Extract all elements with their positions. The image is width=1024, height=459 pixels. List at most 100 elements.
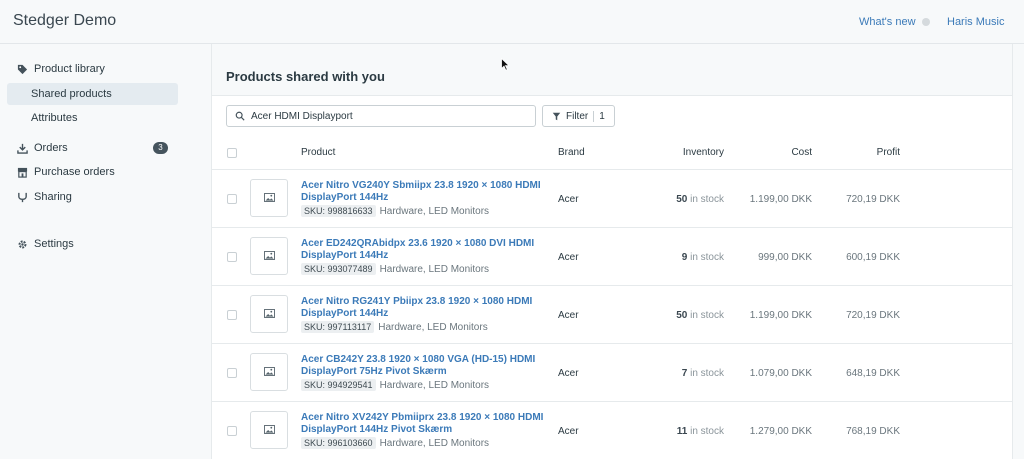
- filter-separator: [593, 110, 595, 122]
- product-cost: 1.199,00 DKK: [749, 310, 812, 321]
- user-menu[interactable]: Haris Music: [947, 16, 1004, 28]
- separator-dot: [922, 18, 930, 26]
- product-thumbnail[interactable]: [250, 179, 288, 217]
- product-thumbnail[interactable]: [250, 353, 288, 391]
- product-thumbnail[interactable]: [250, 295, 288, 333]
- search-box[interactable]: [226, 105, 536, 127]
- product-thumbnail[interactable]: [250, 411, 288, 449]
- product-name-link[interactable]: Acer Nitro VG240Y Sbmiipx 23.8 1920 × 10…: [301, 180, 556, 204]
- product-profit: 720,19 DKK: [846, 194, 900, 205]
- product-meta: SKU: 997113117 Hardware, LED Monitors: [301, 321, 488, 333]
- inventory-unit: in stock: [687, 426, 724, 437]
- sidebar-item-label: Shared products: [31, 88, 112, 100]
- row-checkbox[interactable]: [227, 426, 237, 436]
- orders-count-badge: 3: [153, 142, 168, 154]
- product-profit: 720,19 DKK: [846, 310, 900, 321]
- product-inventory: 11 in stock: [677, 426, 724, 437]
- product-profit: 648,19 DKK: [846, 368, 900, 379]
- image-placeholder-icon: [263, 305, 275, 323]
- tag-icon: [16, 63, 28, 75]
- table-row[interactable]: Acer Nitro VG240Y Sbmiipx 23.8 1920 × 10…: [212, 170, 1012, 228]
- sidebar-item-label: Settings: [34, 238, 74, 250]
- share-icon: [16, 191, 28, 203]
- inventory-count: 50: [676, 310, 688, 321]
- product-cost: 1.199,00 DKK: [749, 194, 812, 205]
- table-row[interactable]: Acer CB242Y 23.8 1920 × 1080 VGA (HD-15)…: [212, 344, 1012, 402]
- row-checkbox[interactable]: [227, 368, 237, 378]
- select-all-checkbox[interactable]: [227, 148, 237, 158]
- sidebar-item-settings[interactable]: Settings: [7, 233, 178, 255]
- column-header-product[interactable]: Product: [301, 147, 335, 158]
- inventory-unit: in stock: [687, 252, 724, 263]
- sidebar-item-attributes[interactable]: Attributes: [7, 107, 178, 129]
- sidebar-item-sharing[interactable]: Sharing: [7, 186, 178, 208]
- inventory-count: 50: [676, 194, 688, 205]
- product-name-link[interactable]: Acer Nitro RG241Y Pbiipx 23.8 1920 × 108…: [301, 296, 556, 320]
- inventory-unit: in stock: [687, 194, 724, 205]
- filter-label: Filter: [566, 110, 589, 122]
- product-meta: SKU: 996103660 Hardware, LED Monitors: [301, 437, 489, 449]
- product-brand: Acer: [558, 252, 579, 263]
- row-checkbox[interactable]: [227, 194, 237, 204]
- product-cost: 1.279,00 DKK: [749, 426, 812, 437]
- column-header-brand[interactable]: Brand: [558, 147, 585, 158]
- product-brand: Acer: [558, 368, 579, 379]
- sidebar-item-label: Purchase orders: [34, 166, 115, 178]
- sku-badge: SKU: 996103660: [301, 437, 376, 449]
- sku-badge: SKU: 993077489: [301, 263, 376, 275]
- search-input[interactable]: [251, 110, 521, 122]
- product-brand: Acer: [558, 194, 579, 205]
- sidebar-item-label: Product library: [34, 63, 105, 75]
- product-brand: Acer: [558, 426, 579, 437]
- sku-badge: SKU: 998816633: [301, 205, 376, 217]
- row-checkbox[interactable]: [227, 310, 237, 320]
- app-title: Stedger Demo: [13, 12, 117, 29]
- filter-count: 1: [599, 110, 605, 122]
- main-panel: Products shared with you Filter 1 Produc…: [211, 44, 1013, 459]
- inventory-unit: in stock: [687, 310, 724, 321]
- image-placeholder-icon: [263, 189, 275, 207]
- image-placeholder-icon: [263, 421, 275, 439]
- top-bar: Stedger Demo What's new Haris Music: [0, 0, 1024, 44]
- product-profit: 768,19 DKK: [846, 426, 900, 437]
- product-thumbnail[interactable]: [250, 237, 288, 275]
- store-icon: [16, 166, 28, 178]
- product-brand: Acer: [558, 310, 579, 321]
- product-name-link[interactable]: Acer CB242Y 23.8 1920 × 1080 VGA (HD-15)…: [301, 354, 556, 378]
- column-header-inventory[interactable]: Inventory: [683, 147, 724, 158]
- sku-badge: SKU: 994929541: [301, 379, 376, 391]
- product-inventory: 7 in stock: [682, 368, 724, 379]
- sidebar-item-orders[interactable]: Orders 3: [7, 137, 178, 159]
- gear-icon: [16, 238, 28, 250]
- inventory-unit: in stock: [687, 368, 724, 379]
- column-header-cost[interactable]: Cost: [791, 147, 812, 158]
- product-meta: SKU: 993077489 Hardware, LED Monitors: [301, 263, 489, 275]
- product-inventory: 9 in stock: [682, 252, 724, 263]
- sidebar-item-label: Orders: [34, 142, 68, 154]
- sidebar-item-purchase-orders[interactable]: Purchase orders: [7, 161, 178, 183]
- product-name-link[interactable]: Acer ED242QRAbidpx 23.6 1920 × 1080 DVI …: [301, 238, 556, 262]
- filter-button[interactable]: Filter 1: [542, 105, 615, 127]
- filter-icon: [552, 112, 561, 121]
- mouse-cursor: [501, 57, 510, 76]
- product-name-link[interactable]: Acer Nitro XV242Y Pbmiiprx 23.8 1920 × 1…: [301, 412, 556, 436]
- inventory-count: 11: [676, 426, 688, 437]
- table-row[interactable]: Acer Nitro XV242Y Pbmiiprx 23.8 1920 × 1…: [212, 402, 1012, 459]
- image-placeholder-icon: [263, 247, 275, 265]
- table-row[interactable]: Acer ED242QRAbidpx 23.6 1920 × 1080 DVI …: [212, 228, 1012, 286]
- sku-badge: SKU: 997113117: [301, 321, 375, 333]
- sidebar-item-shared-products[interactable]: Shared products: [7, 83, 178, 105]
- row-checkbox[interactable]: [227, 252, 237, 262]
- product-cost: 999,00 DKK: [758, 252, 812, 263]
- product-category: Hardware, LED Monitors: [379, 263, 490, 275]
- column-header-profit[interactable]: Profit: [877, 147, 900, 158]
- sidebar: Product library Shared products Attribut…: [0, 44, 190, 459]
- sidebar-item-label: Attributes: [31, 112, 78, 124]
- product-meta: SKU: 998816633 Hardware, LED Monitors: [301, 205, 489, 217]
- page-title: Products shared with you: [226, 69, 385, 84]
- product-inventory: 50 in stock: [676, 194, 724, 205]
- whats-new-link[interactable]: What's new: [859, 16, 916, 28]
- image-placeholder-icon: [263, 363, 275, 381]
- table-row[interactable]: Acer Nitro RG241Y Pbiipx 23.8 1920 × 108…: [212, 286, 1012, 344]
- sidebar-item-product-library[interactable]: Product library: [7, 58, 178, 80]
